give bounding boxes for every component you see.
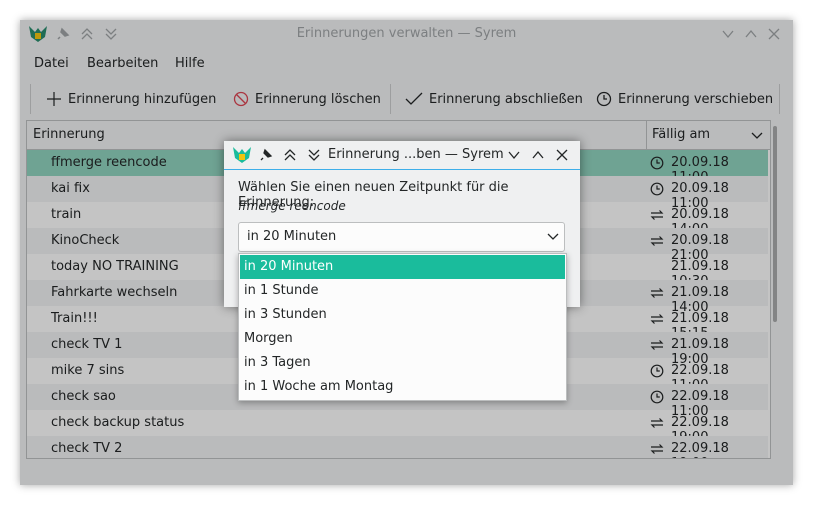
dialog-title-bar: Erinnerung ...ben — Syrem	[224, 141, 580, 170]
dropdown-option[interactable]: in 20 Minuten	[240, 255, 565, 279]
dropdown-option-label: in 1 Woche am Montag	[244, 379, 394, 394]
dropdown-option-label: in 1 Stunde	[244, 283, 319, 298]
dropdown-option-label: in 3 Tagen	[244, 355, 311, 370]
chevron-down-icon	[547, 233, 559, 240]
dropdown-option[interactable]: in 3 Tagen	[240, 351, 565, 375]
snooze-time-select[interactable]: in 20 Minuten	[238, 222, 565, 252]
pin-icon[interactable]	[259, 148, 273, 162]
dialog-title: Erinnerung ...ben — Syrem	[328, 147, 504, 162]
keep-above-icon[interactable]	[283, 148, 297, 162]
maximize-icon[interactable]	[531, 148, 545, 162]
syrem-logo-icon	[233, 147, 251, 163]
dropdown-option-label: in 20 Minuten	[244, 259, 334, 274]
dropdown-option-label: Morgen	[244, 331, 293, 346]
snooze-time-value: in 20 Minuten	[247, 229, 337, 244]
snooze-time-dropdown: in 20 Minuten in 1 Stunde in 3 Stunden Morg…	[238, 253, 567, 401]
dropdown-option[interactable]: in 1 Stunde	[240, 279, 565, 303]
reminder-name: ffmerge reencode	[238, 199, 346, 213]
keep-below-icon[interactable]	[307, 148, 321, 162]
close-icon[interactable]	[555, 148, 569, 162]
minimize-icon[interactable]	[507, 148, 521, 162]
dropdown-option[interactable]: Morgen	[240, 327, 565, 351]
dropdown-option-label: in 3 Stunden	[244, 307, 327, 322]
dropdown-option[interactable]: in 3 Stunden	[240, 303, 565, 327]
dropdown-option[interactable]: in 1 Woche am Montag	[240, 375, 565, 399]
